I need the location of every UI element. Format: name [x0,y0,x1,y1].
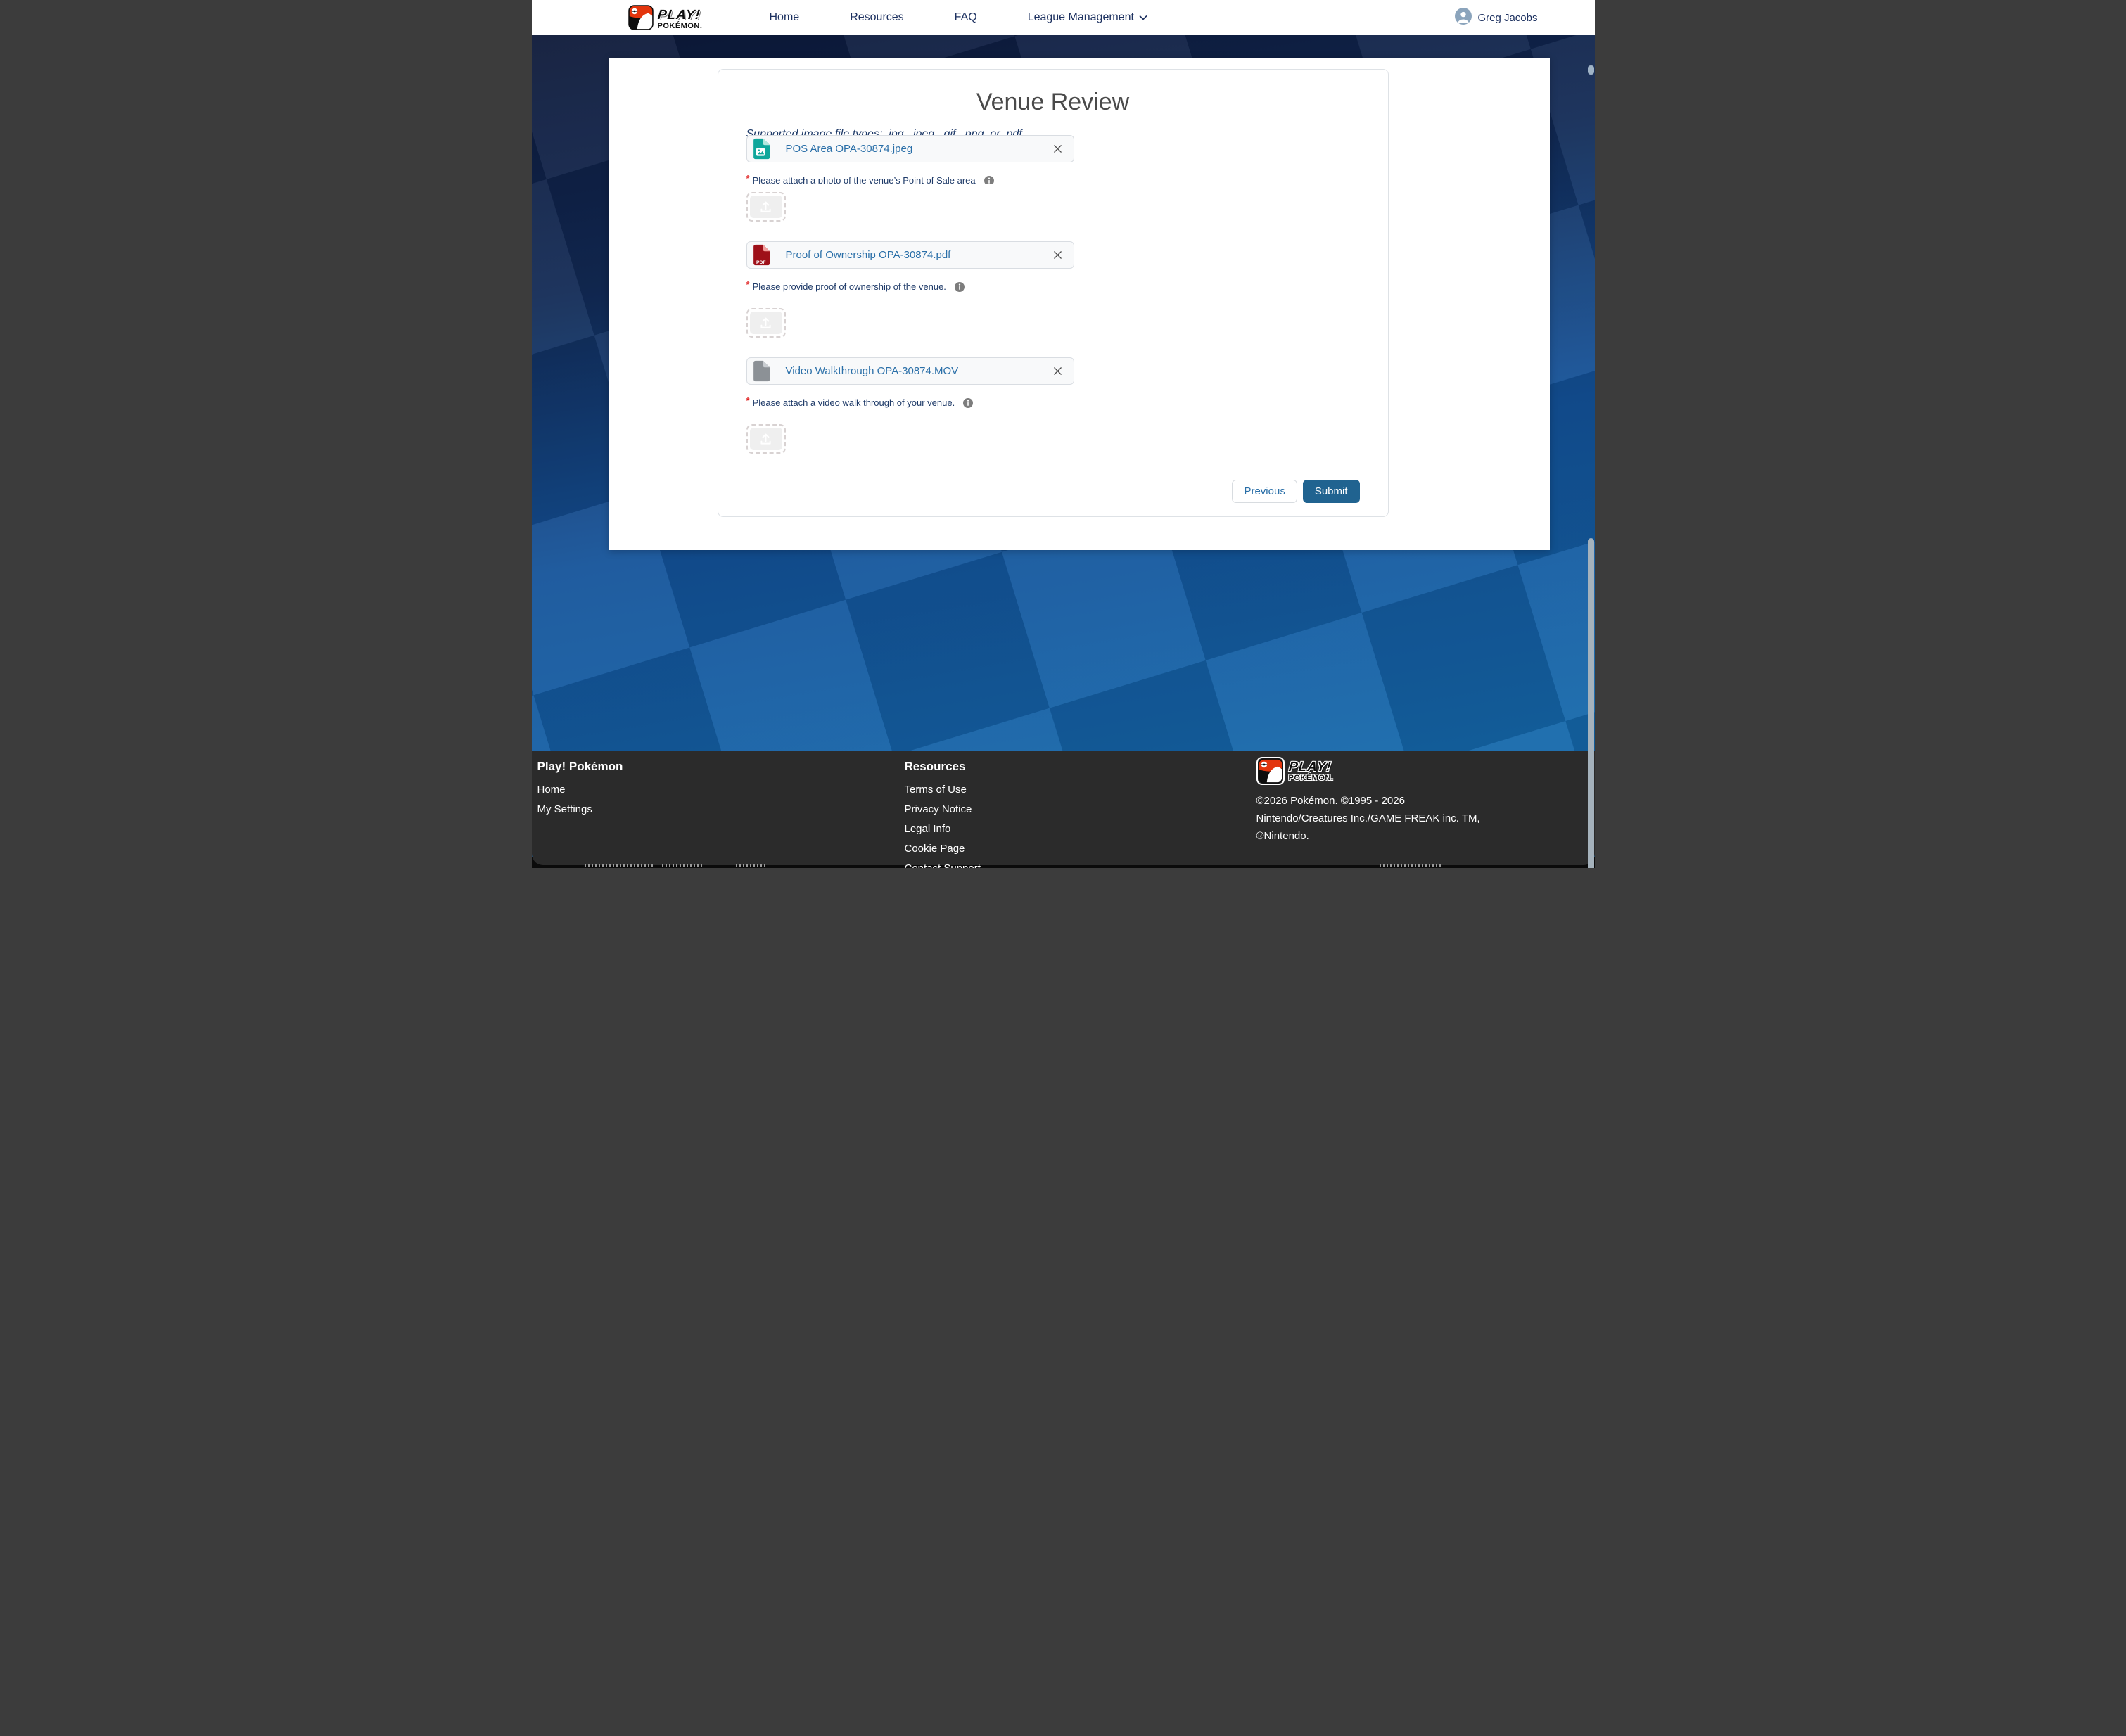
previous-button[interactable]: Previous [1232,480,1297,503]
upload-fields: POS Area OPA-30874.jpeg *Please attach a… [746,135,1360,454]
primary-nav: Home Resources FAQ League Management [770,0,1147,35]
chevron-down-icon [1139,15,1147,20]
field-label-text: Please attach a photo of the venue’s Poi… [753,174,976,184]
info-icon[interactable] [963,398,973,408]
venue-review-card: Venue Review Supported image file types:… [718,69,1389,517]
logo-pokemon-text: POKÉMON. [658,23,703,30]
copyright-text: ©2026 Pokémon. ©1995 - 2026Nintendo/Crea… [1256,792,1552,845]
top-navbar: PLAY! POKÉMON. Home Resources FAQ League Ma… [532,0,1595,35]
clipped-text-fragment [1380,864,1443,867]
footer-link-cookie-page[interactable]: Cookie Page [905,843,965,855]
footer-link-terms-of-use[interactable]: Terms of Use [905,784,967,796]
uploaded-file-chip: PDF Proof of Ownership OPA-30874.pdf [746,241,1074,269]
svg-text:PDF: PDF [756,260,765,265]
logo-play-text: PLAY! [657,8,704,22]
content-panel: Venue Review Supported image file types:… [609,58,1550,550]
copyright-line: ©2026 Pokémon. ©1995 - 2026 [1256,792,1552,810]
image-file-icon [753,138,770,160]
required-asterisk: * [746,174,750,184]
footer-list-item: My Settings [537,803,623,816]
upload-icon [750,196,782,218]
logo-pokemon-text: POKÉMON. [1289,774,1334,782]
footer-link-legal-info[interactable]: Legal Info [905,823,951,835]
field-label: *Please attach a video walk through of y… [746,397,1360,409]
nav-item-resources[interactable]: Resources [850,11,903,24]
copyright-line: Nintendo/Creatures Inc./GAME FREAK inc. … [1256,810,1552,827]
generic-file-icon [753,360,770,382]
upload-icon [750,312,782,334]
upload-icon [750,428,782,450]
upload-group: PDF Proof of Ownership OPA-30874.pdf *Ple… [746,241,1360,338]
info-icon[interactable] [955,282,965,292]
required-asterisk: * [746,279,750,290]
play-pokemon-badge-icon [1256,757,1285,785]
footer-list-item: Privacy Notice [905,803,981,816]
footer-list-item: Legal Info [905,823,981,836]
footer-heading-play-pokemon: Play! Pokémon [537,760,623,774]
user-menu[interactable]: Greg Jacobs [1455,0,1537,35]
scrollbar-thumb[interactable] [1588,538,1594,868]
uploaded-file-chip: Video Walkthrough OPA-30874.MOV [746,357,1074,385]
footer-link-privacy-notice[interactable]: Privacy Notice [905,803,972,815]
copyright-line: ®Nintendo. [1256,827,1552,845]
upload-dropzone[interactable] [746,424,786,454]
clipped-text-fragment [736,864,768,867]
nav-item-league-management[interactable]: League Management [1028,11,1147,24]
user-avatar-icon [1455,8,1472,28]
footer-heading-resources: Resources [905,760,981,774]
upload-group: Video Walkthrough OPA-30874.MOV *Please … [746,357,1360,454]
field-label-text: Please provide proof of ownership of the… [753,281,946,293]
logo-play-text: PLAY! [1288,760,1335,774]
footer-column-resources: Resources Terms of Use Privacy Notice Lega… [905,760,981,868]
footer-column-play-pokemon: Play! Pokémon Home My Settings [537,760,623,823]
close-icon [1053,366,1062,376]
page-viewport: PLAY! POKÉMON. Home Resources FAQ League Ma… [532,0,1595,868]
remove-file-button[interactable] [1052,249,1064,261]
field-label: *Please attach a photo of the venue’s Po… [746,174,1360,184]
clipped-text-fragment [585,864,655,867]
footer-list-item: Cookie Page [905,843,981,855]
clipped-text-fragment [662,864,704,867]
field-label: *Please provide proof of ownership of th… [746,281,1360,293]
nav-item-home[interactable]: Home [770,11,800,24]
user-name: Greg Jacobs [1477,12,1537,24]
footer-link-home[interactable]: Home [537,784,566,796]
remove-file-button[interactable] [1052,143,1064,155]
upload-dropzone[interactable] [746,192,786,222]
pdf-file-icon: PDF [753,244,770,266]
info-icon[interactable] [984,176,994,184]
submit-button[interactable]: Submit [1303,480,1360,503]
footer-list-item: Terms of Use [905,784,981,796]
footer-play-pokemon-logo: PLAY! POKÉMON. [1256,757,1552,785]
footer-link-contact-support[interactable]: Contact Support [905,862,981,868]
play-pokemon-logo[interactable]: PLAY! POKÉMON. [628,5,703,34]
file-link[interactable]: Video Walkthrough OPA-30874.MOV [786,365,959,377]
close-icon [1053,250,1062,260]
play-pokemon-badge-icon [628,5,654,34]
field-label-text: Please attach a video walk through of yo… [753,397,955,409]
form-actions: Previous Submit [746,480,1360,503]
uploaded-file-chip: POS Area OPA-30874.jpeg [746,135,1074,162]
scrollbar-thumb-top[interactable] [1588,65,1594,75]
upload-group: POS Area OPA-30874.jpeg *Please attach a… [746,135,1360,222]
remove-file-button[interactable] [1052,365,1064,377]
file-link[interactable]: POS Area OPA-30874.jpeg [786,143,913,155]
close-icon [1053,144,1062,153]
footer-list-item: Home [537,784,623,796]
page-title: Venue Review [746,88,1360,116]
footer-list-item: Contact Support [905,862,981,868]
file-link[interactable]: Proof of Ownership OPA-30874.pdf [786,249,951,261]
footer-link-my-settings[interactable]: My Settings [537,803,592,815]
required-asterisk: * [746,395,750,406]
footer: Play! Pokémon Home My Settings Resources … [532,751,1595,865]
upload-dropzone[interactable] [746,308,786,338]
nav-item-faq[interactable]: FAQ [955,11,977,24]
footer-column-legal: PLAY! POKÉMON. ©2026 Pokémon. ©1995 - 20… [1256,757,1552,845]
